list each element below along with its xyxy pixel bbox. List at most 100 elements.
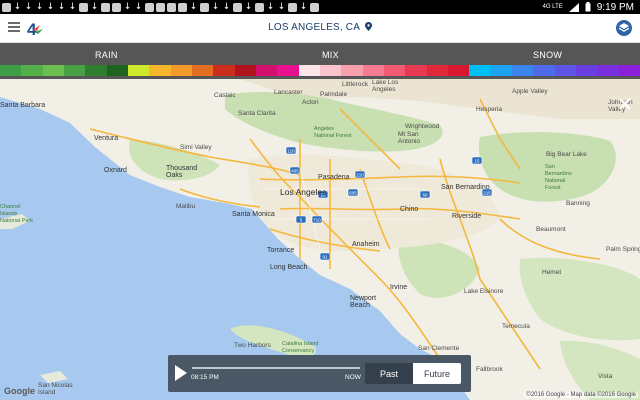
legend-swatch bbox=[490, 65, 512, 76]
place-label-ventura: Ventura bbox=[94, 135, 118, 142]
download-icon: ↓ bbox=[68, 1, 77, 12]
legend-swatch bbox=[42, 65, 64, 76]
past-button[interactable]: Past bbox=[365, 363, 413, 384]
place-label-lake-los-angeles: Lake Los Angeles bbox=[372, 79, 399, 93]
system-tray: 4G LTE 9:19 PM bbox=[543, 2, 640, 13]
legend-swatch bbox=[170, 65, 192, 76]
msg-icon bbox=[200, 2, 209, 12]
close-legend-button[interactable] bbox=[616, 95, 634, 113]
legend-labels: RAIN MIX SNOW bbox=[0, 43, 640, 65]
download-icon: ↓ bbox=[189, 1, 198, 12]
place-label-irvine: Irvine bbox=[390, 284, 407, 291]
layers-icon bbox=[618, 23, 630, 32]
legend-swatch bbox=[106, 65, 128, 76]
legend-snow-label: SNOW bbox=[533, 50, 563, 60]
location-selector[interactable]: LOS ANGELES, CA bbox=[0, 22, 640, 33]
radar-playback-control: 08:15 PM NOW Past Future bbox=[168, 355, 471, 392]
highway-shield: 15 bbox=[471, 156, 483, 165]
legend-swatch bbox=[597, 65, 619, 76]
legend-swatch bbox=[575, 65, 598, 76]
close-icon bbox=[619, 98, 631, 110]
download-icon: ↓ bbox=[244, 1, 253, 12]
legend-mix-label: MIX bbox=[322, 50, 339, 60]
highway-shield-number: 710 bbox=[313, 218, 321, 223]
highway-shield-number: 91 bbox=[322, 255, 328, 260]
highway-shield: 605 bbox=[347, 188, 359, 197]
place-label-santa-barbara: Santa Barbara bbox=[0, 102, 45, 109]
status-bar: ↓ ↓ ↓ ↓ ↓ ↓ ↓ ↓ ↓ ↓ ↓ ↓ ↓ ↓ ↓ ↓ 4G LTE 9:19 PM bbox=[0, 0, 640, 14]
place-label-acton: Acton bbox=[302, 99, 319, 106]
place-label-santa-monica: Santa Monica bbox=[232, 211, 275, 218]
place-label-wrightwood: Wrightwood bbox=[405, 123, 440, 130]
place-label-two-harbors: Two Harbors bbox=[234, 342, 272, 349]
legend-swatch bbox=[21, 65, 43, 76]
place-label-chino: Chino bbox=[400, 206, 418, 213]
legend-swatch bbox=[362, 65, 384, 76]
timeline-slider[interactable] bbox=[192, 367, 360, 369]
download-icon: ↓ bbox=[134, 1, 143, 12]
place-label-anaheim: Anaheim bbox=[352, 241, 380, 248]
legend-swatch bbox=[383, 65, 406, 76]
place-label-los-angeles: Los Angeles bbox=[280, 187, 326, 197]
map-canvas[interactable]: 540511071010 605911521021560 Santa Barbar… bbox=[0, 79, 640, 400]
news-icon bbox=[255, 2, 264, 12]
network-indicator: 4G LTE bbox=[542, 4, 563, 10]
legend-color-scale bbox=[0, 65, 640, 76]
highway-shield: 5 bbox=[295, 215, 307, 224]
download-icon: ↓ bbox=[266, 1, 275, 12]
place-label-big-bear-lake: Big Bear Lake bbox=[546, 151, 587, 158]
place-label-vista: Vista bbox=[598, 373, 613, 380]
download-icon: ↓ bbox=[211, 1, 220, 12]
download-icon: ↓ bbox=[222, 1, 231, 12]
news-icon bbox=[310, 2, 319, 12]
map-credit: ©2016 Google - Map data ©2016 Google bbox=[524, 392, 638, 398]
legend-swatch bbox=[554, 65, 576, 76]
place-label-san-nicolas: San Nicolas Island bbox=[38, 382, 73, 396]
place-label-riverside: Riverside bbox=[452, 213, 481, 220]
precipitation-legend: RAIN MIX SNOW bbox=[0, 43, 640, 79]
place-label-castaic: Castaic bbox=[214, 92, 236, 99]
place-label-temecula: Temecula bbox=[502, 323, 530, 330]
legend-swatch bbox=[213, 65, 235, 76]
download-icon: ↓ bbox=[57, 1, 66, 12]
past-future-toggle: Past Future bbox=[365, 363, 461, 384]
legend-swatch bbox=[191, 65, 214, 76]
download-icon: ↓ bbox=[35, 1, 44, 12]
signal-icon bbox=[568, 2, 579, 12]
legend-swatch bbox=[341, 65, 363, 76]
place-label-pasadena: Pasadena bbox=[318, 174, 350, 181]
place-label-san-bernardino: San Bernardino bbox=[441, 184, 490, 191]
radar-map[interactable]: 5 405 110 710 10 605 91 15 210 215 60 Santa Barbar… bbox=[0, 79, 640, 400]
download-icon: ↓ bbox=[277, 1, 286, 12]
legend-swatch bbox=[85, 65, 107, 76]
legend-swatch bbox=[426, 65, 448, 76]
image-icon bbox=[101, 2, 110, 12]
highway-shield: 60 bbox=[419, 190, 431, 199]
place-label-long-beach: Long Beach bbox=[270, 264, 307, 271]
download-icon: ↓ bbox=[46, 1, 55, 12]
place-label-oxnard: Oxnard bbox=[104, 167, 127, 174]
news-icon bbox=[178, 2, 187, 12]
notification-icons: ↓ ↓ ↓ ↓ ↓ ↓ ↓ ↓ ↓ ↓ ↓ ↓ ↓ ↓ ↓ ↓ bbox=[0, 0, 543, 14]
legend-swatch bbox=[63, 65, 86, 76]
legend-swatch bbox=[405, 65, 427, 76]
download-icon: ↓ bbox=[24, 1, 33, 12]
future-button[interactable]: Future bbox=[413, 363, 461, 384]
highway-shield-number: 405 bbox=[291, 169, 299, 174]
legend-swatch bbox=[511, 65, 534, 76]
legend-swatch bbox=[298, 65, 320, 76]
legend-swatch bbox=[149, 65, 171, 76]
timeline-end-time: NOW bbox=[345, 374, 361, 381]
news-icon bbox=[156, 2, 165, 12]
timeline-progress bbox=[192, 367, 360, 369]
app-header: 4 LOS ANGELES, CA bbox=[0, 14, 640, 43]
place-label-lancaster: Lancaster bbox=[274, 89, 303, 96]
highway-shield: 405 bbox=[289, 166, 301, 175]
clock: 9:19 PM bbox=[596, 1, 634, 13]
layers-button[interactable] bbox=[616, 20, 632, 36]
download-icon: ↓ bbox=[299, 1, 308, 12]
place-label-palm-springs: Palm Springs bbox=[606, 246, 640, 253]
highway-shield-number: 60 bbox=[422, 193, 428, 198]
play-button[interactable] bbox=[175, 365, 187, 381]
legend-swatch bbox=[533, 65, 555, 76]
